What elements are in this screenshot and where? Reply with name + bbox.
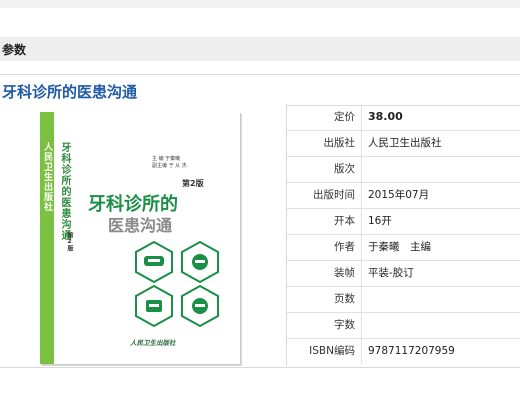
param-row-author: 作者 于秦曦 主编: [287, 234, 520, 261]
cover-spine-text: 人民卫生出版社: [42, 142, 52, 212]
param-key: 出版社: [287, 130, 362, 156]
cover-publisher: 人民卫生出版社: [130, 339, 176, 347]
cover-spine: 人民卫生出版社: [40, 112, 54, 364]
param-row-word-count: 字数: [287, 312, 520, 339]
params-table: 人民卫生出版社 牙科诊所的医患沟通 第2版 主 编 于秦曦 副主编 于 从 杰 …: [0, 104, 520, 368]
title-row: 牙科诊所的医患沟通: [0, 74, 520, 106]
param-key: 出版时间: [287, 182, 362, 208]
param-value: 2015年07月: [368, 189, 430, 201]
param-key: 字数: [287, 312, 362, 338]
cover-vertical-title: 牙科诊所的医患沟通: [59, 142, 70, 241]
param-row-publisher: 出版社 人民卫生出版社: [287, 130, 520, 157]
param-key: 开本: [287, 208, 362, 234]
param-key: 作者: [287, 234, 362, 260]
cover-edition: 第2版: [182, 179, 204, 188]
param-row-isbn: ISBN编码 9787117207959: [287, 338, 520, 364]
param-key: 装帧: [287, 260, 362, 286]
param-key: 版次: [287, 156, 362, 182]
section-header: 参数: [0, 37, 520, 61]
param-value: 平装-胶订: [368, 267, 414, 279]
cover-hexagon-icons: [135, 240, 219, 328]
param-key: 定价: [287, 104, 362, 130]
cover-vertical-edition: 第2版: [66, 232, 73, 251]
param-value: 9787117207959: [368, 345, 455, 357]
param-value: 于秦曦 主编: [368, 241, 431, 253]
param-key: 页数: [287, 286, 362, 312]
book-cover-image[interactable]: 人民卫生出版社 牙科诊所的医患沟通 第2版 主 编 于秦曦 副主编 于 从 杰 …: [40, 112, 240, 364]
section-title: 参数: [2, 43, 27, 57]
param-value: [368, 156, 518, 182]
param-row-price: 定价 38.00: [287, 104, 520, 131]
param-row-edition: 版次: [287, 156, 520, 183]
top-strip: [0, 0, 520, 8]
cover-editor-line: 副主编 于 从 杰: [152, 163, 187, 169]
cover-title-line2: 医患沟通: [108, 216, 173, 235]
cover-editor-line: 主 编 于秦曦: [152, 156, 181, 162]
cover-editors: 主 编 于秦曦 副主编 于 从 杰: [152, 156, 187, 170]
param-row-binding: 装帧 平装-胶订: [287, 260, 520, 287]
param-value: 38.00: [368, 110, 403, 123]
cover-cell: 人民卫生出版社 牙科诊所的医患沟通 第2版 主 编 于秦曦 副主编 于 从 杰 …: [0, 104, 287, 366]
param-row-pages: 页数: [287, 286, 520, 313]
param-row-format: 开本 16开: [287, 208, 520, 235]
param-value: 16开: [368, 215, 392, 227]
param-key: ISBN编码: [287, 338, 362, 364]
param-value: 人民卫生出版社: [368, 137, 442, 149]
param-row-publish-date: 出版时间 2015年07月: [287, 182, 520, 209]
param-value: [368, 312, 518, 338]
param-value: [368, 286, 518, 312]
book-title[interactable]: 牙科诊所的医患沟通: [2, 81, 137, 102]
